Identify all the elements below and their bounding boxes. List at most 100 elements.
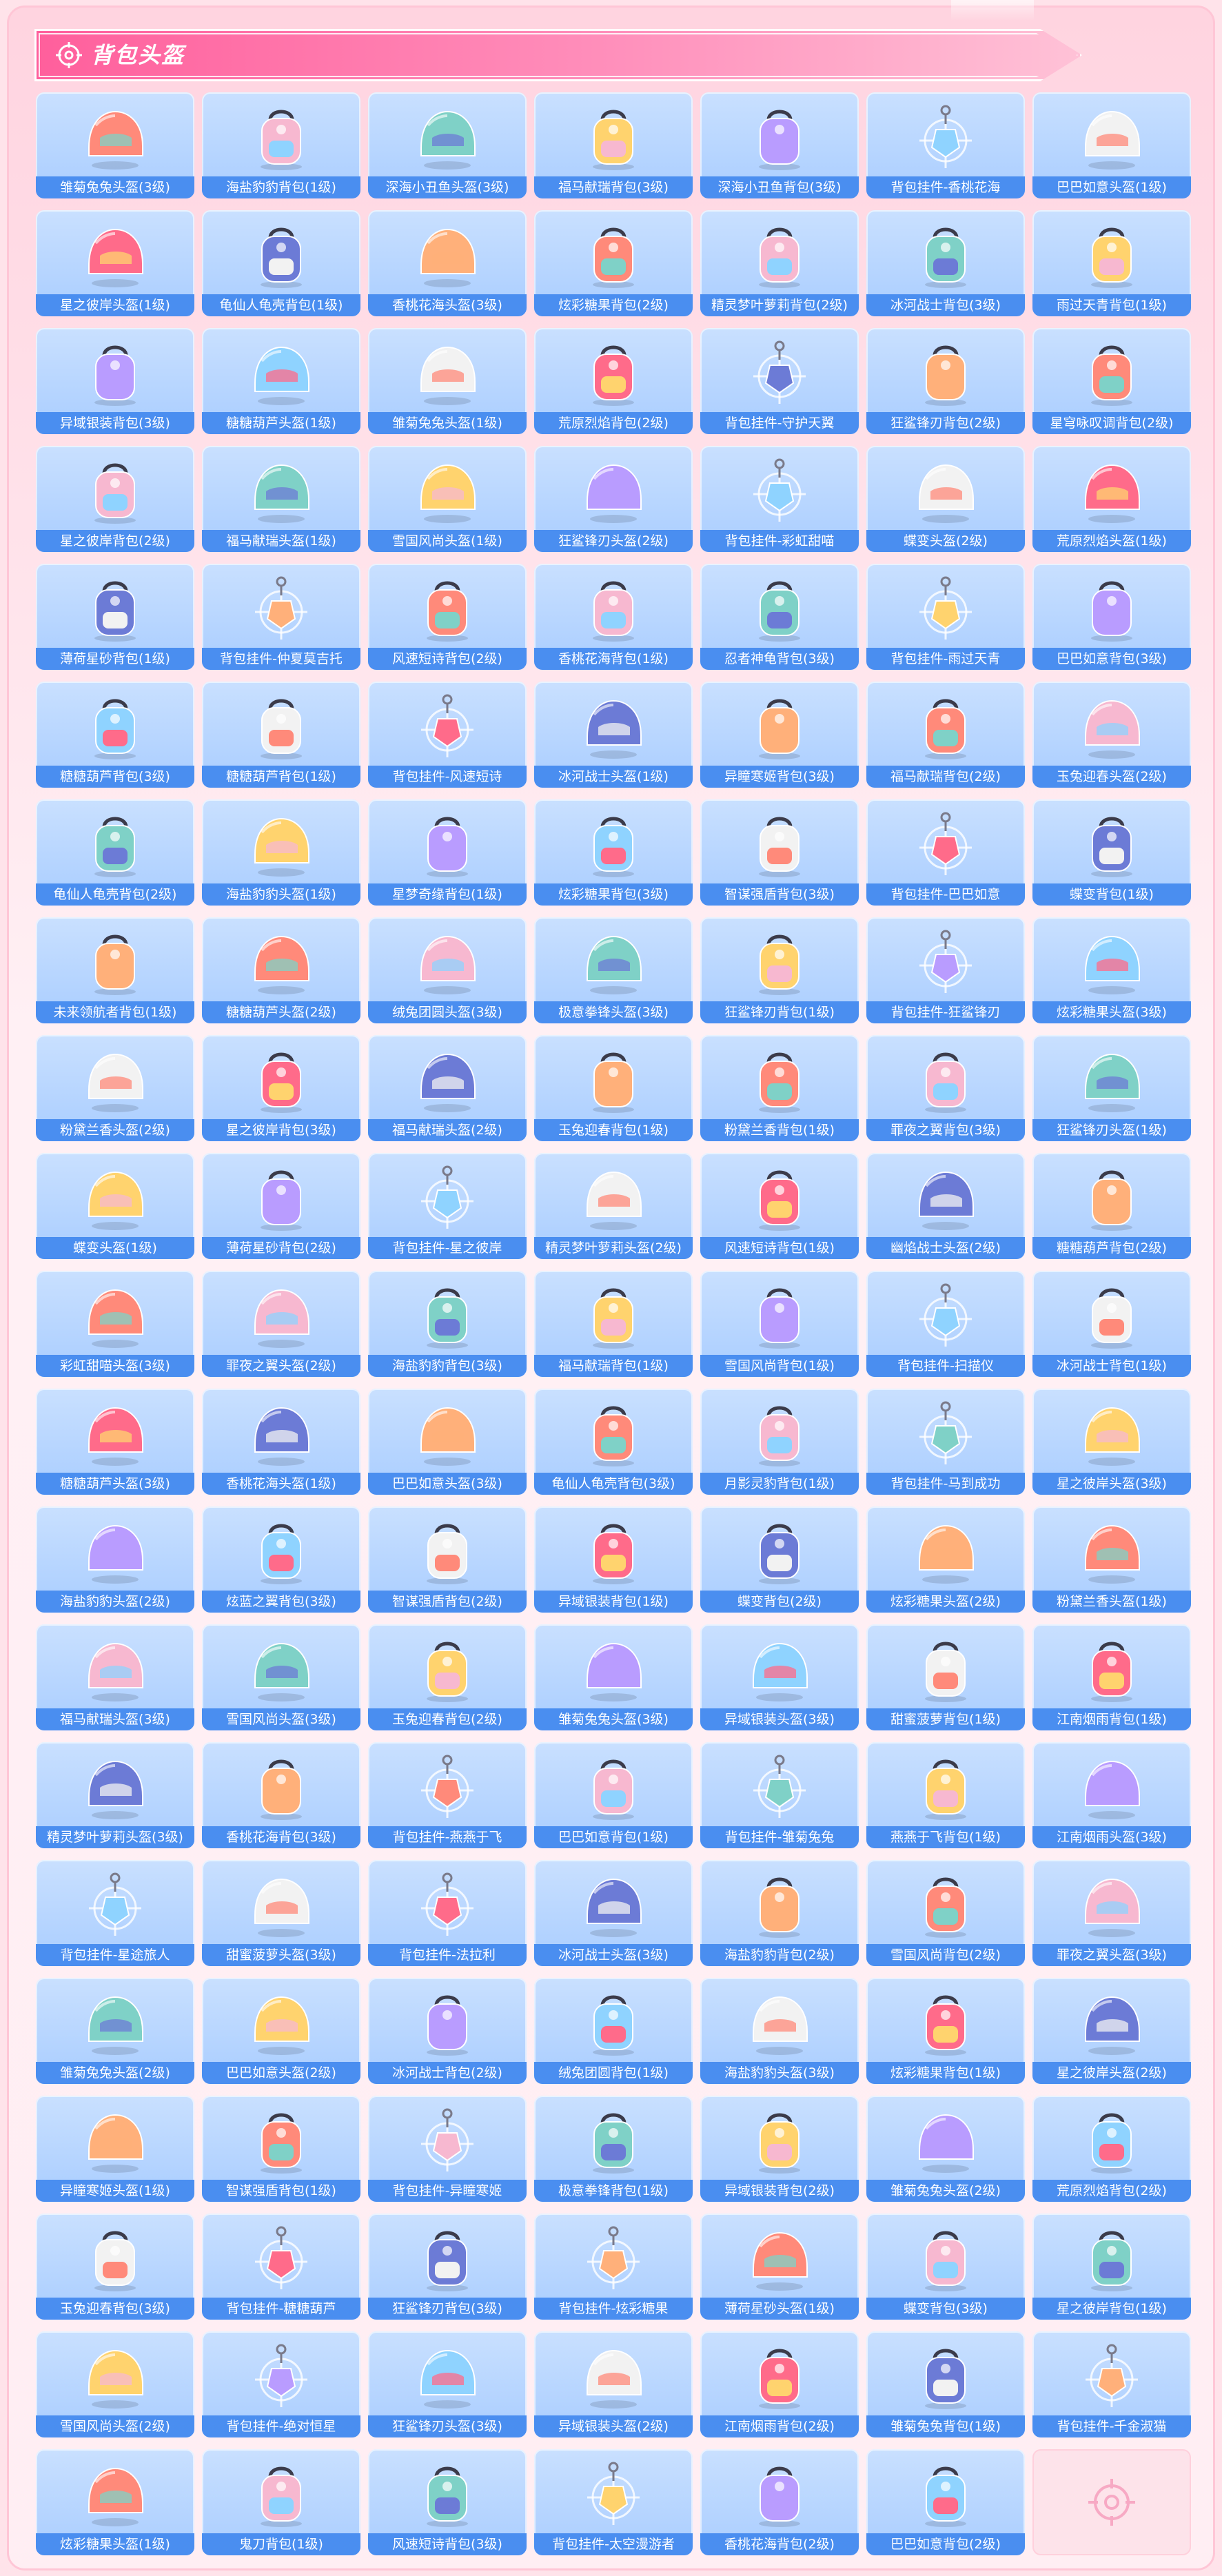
- item-tile[interactable]: 背包挂件-太空漫游者: [534, 2449, 693, 2555]
- item-tile[interactable]: 异域银装头盔(2级): [534, 2331, 693, 2437]
- item-tile[interactable]: 极意拳锋背包(1级): [534, 2096, 693, 2202]
- item-tile[interactable]: 江南烟雨背包(2级): [700, 2331, 859, 2437]
- item-tile[interactable]: 星梦奇缘背包(1级): [368, 799, 527, 906]
- item-tile[interactable]: 鬼刀背包(1级): [202, 2449, 360, 2555]
- item-tile[interactable]: 香桃花海头盔(3级): [368, 210, 527, 316]
- item-tile[interactable]: 粉黛兰香头盔(2级): [36, 1035, 194, 1141]
- item-tile[interactable]: 巴巴如意背包(2级): [866, 2449, 1025, 2555]
- item-tile[interactable]: 背包挂件-炫彩糖果: [534, 2214, 693, 2320]
- item-tile[interactable]: 狂鲨锋刃背包(3级): [368, 2214, 527, 2320]
- item-tile[interactable]: 背包挂件-雨过天青: [866, 564, 1025, 670]
- item-tile[interactable]: 异瞳寒姬背包(3级): [700, 682, 859, 788]
- item-tile[interactable]: 炫彩糖果头盔(3级): [1032, 917, 1191, 1023]
- item-tile[interactable]: 炫彩糖果背包(3级): [534, 799, 693, 906]
- item-tile[interactable]: 雪国风尚头盔(3级): [202, 1624, 360, 1730]
- item-tile[interactable]: 精灵梦叶萝莉头盔(2级): [534, 1153, 693, 1259]
- item-tile[interactable]: 罪夜之翼背包(3级): [866, 1035, 1025, 1141]
- item-tile[interactable]: 龟仙人龟壳背包(1级): [202, 210, 360, 316]
- item-tile[interactable]: 星之彼岸头盔(2级): [1032, 1978, 1191, 2084]
- item-tile[interactable]: 雏菊兔兔头盔(2级): [866, 2096, 1025, 2202]
- item-tile[interactable]: 玉兔迎春背包(1级): [534, 1035, 693, 1141]
- item-tile[interactable]: 精灵梦叶萝莉背包(2级): [700, 210, 859, 316]
- item-tile[interactable]: 炫彩糖果头盔(1级): [36, 2449, 194, 2555]
- item-tile[interactable]: 香桃花海背包(3级): [202, 1742, 360, 1848]
- item-tile[interactable]: 巴巴如意背包(3级): [1032, 564, 1191, 670]
- item-tile[interactable]: 冰河战士头盔(1级): [534, 682, 693, 788]
- item-tile[interactable]: 幽焰战士头盔(2级): [866, 1153, 1025, 1259]
- item-tile[interactable]: 狂鲨锋刃背包(2级): [866, 328, 1025, 434]
- item-tile[interactable]: 糖糖葫芦背包(2级): [1032, 1153, 1191, 1259]
- item-tile[interactable]: 海盐豹豹背包(3级): [368, 1271, 527, 1377]
- item-tile[interactable]: 星穹咏叹调背包(2级): [1032, 328, 1191, 434]
- item-tile[interactable]: 深海小丑鱼背包(3级): [700, 92, 859, 198]
- item-tile[interactable]: 糖糖葫芦头盔(1级): [202, 328, 360, 434]
- item-tile[interactable]: 精灵梦叶萝莉头盔(3级): [36, 1742, 194, 1848]
- item-tile[interactable]: 糖糖葫芦背包(3级): [36, 682, 194, 788]
- item-tile[interactable]: 星之彼岸头盔(1级): [36, 210, 194, 316]
- item-tile[interactable]: 薄荷星砂背包(1级): [36, 564, 194, 670]
- item-tile[interactable]: 香桃花海背包(2级): [700, 2449, 859, 2555]
- item-tile[interactable]: 江南烟雨头盔(3级): [1032, 1742, 1191, 1848]
- item-tile[interactable]: 风速短诗背包(3级): [368, 2449, 527, 2555]
- item-tile[interactable]: 雪国风尚头盔(1级): [368, 446, 527, 552]
- item-tile[interactable]: 荒原烈焰背包(2级): [534, 328, 693, 434]
- item-tile[interactable]: 雪国风尚背包(2级): [866, 1860, 1025, 1966]
- item-tile[interactable]: 蝶变头盔(2级): [866, 446, 1025, 552]
- item-tile[interactable]: 背包挂件-彩虹甜喵: [700, 446, 859, 552]
- item-tile[interactable]: 雏菊兔兔头盔(3级): [534, 1624, 693, 1730]
- item-tile[interactable]: 背包挂件-燕燕于飞: [368, 1742, 527, 1848]
- item-tile[interactable]: 江南烟雨背包(1级): [1032, 1624, 1191, 1730]
- item-tile[interactable]: 雏菊兔兔背包(1级): [866, 2331, 1025, 2437]
- item-tile[interactable]: 彩虹甜喵头盔(3级): [36, 1271, 194, 1377]
- item-tile[interactable]: 玉兔迎春背包(2级): [368, 1624, 527, 1730]
- item-tile[interactable]: 狂鲨锋刃头盔(1级): [1032, 1035, 1191, 1141]
- item-tile[interactable]: 绒兔团圆头盔(3级): [368, 917, 527, 1023]
- item-tile[interactable]: 狂鲨锋刃头盔(2级): [534, 446, 693, 552]
- item-tile[interactable]: 玉兔迎春头盔(2级): [1032, 682, 1191, 788]
- item-tile[interactable]: 福马献瑞背包(2级): [866, 682, 1025, 788]
- item-tile[interactable]: 海盐豹豹背包(2级): [700, 1860, 859, 1966]
- item-tile[interactable]: 背包挂件-雏菊兔兔: [700, 1742, 859, 1848]
- item-tile[interactable]: 背包挂件-扫描仪: [866, 1271, 1025, 1377]
- item-tile[interactable]: 异域银装头盔(3级): [700, 1624, 859, 1730]
- item-tile[interactable]: 粉黛兰香背包(1级): [700, 1035, 859, 1141]
- item-tile[interactable]: 福马献瑞背包(1级): [534, 1271, 693, 1377]
- item-tile[interactable]: 巴巴如意头盔(2级): [202, 1978, 360, 2084]
- item-tile[interactable]: 冰河战士背包(3级): [866, 210, 1025, 316]
- item-tile[interactable]: 巴巴如意头盔(1级): [1032, 92, 1191, 198]
- item-tile[interactable]: 背包挂件-异瞳寒姬: [368, 2096, 527, 2202]
- item-tile[interactable]: 绒兔团圆背包(1级): [534, 1978, 693, 2084]
- item-tile[interactable]: 龟仙人龟壳背包(2级): [36, 799, 194, 906]
- item-tile[interactable]: 炫彩糖果背包(2级): [534, 210, 693, 316]
- item-tile[interactable]: 背包挂件-香桃花海: [866, 92, 1025, 198]
- item-tile[interactable]: 玉兔迎春背包(3级): [36, 2214, 194, 2320]
- item-tile[interactable]: 背包挂件-千金淑猫: [1032, 2331, 1191, 2437]
- item-tile[interactable]: 炫彩糖果背包(1级): [866, 1978, 1025, 2084]
- item-tile[interactable]: 背包挂件-星途旅人: [36, 1860, 194, 1966]
- item-tile[interactable]: 雏菊兔兔头盔(1级): [368, 328, 527, 434]
- item-tile[interactable]: 蝶变背包(2级): [700, 1506, 859, 1613]
- item-tile[interactable]: 炫蓝之翼背包(3级): [202, 1506, 360, 1613]
- item-tile[interactable]: 风速短诗背包(2级): [368, 564, 527, 670]
- item-tile[interactable]: 燕燕于飞背包(1级): [866, 1742, 1025, 1848]
- item-tile[interactable]: 深海小丑鱼头盔(3级): [368, 92, 527, 198]
- item-tile[interactable]: 福马献瑞头盔(1级): [202, 446, 360, 552]
- item-tile[interactable]: 星之彼岸背包(1级): [1032, 2214, 1191, 2320]
- item-tile[interactable]: 雏菊兔兔头盔(3级): [36, 92, 194, 198]
- item-tile[interactable]: 智谋强盾背包(3级): [700, 799, 859, 906]
- item-tile[interactable]: 蝶变背包(1级): [1032, 799, 1191, 906]
- item-tile[interactable]: 背包挂件-星之彼岸: [368, 1153, 527, 1259]
- item-tile[interactable]: 雏菊兔兔头盔(2级): [36, 1978, 194, 2084]
- item-tile[interactable]: 背包挂件-法拉利: [368, 1860, 527, 1966]
- item-tile[interactable]: 糖糖葫芦头盔(3级): [36, 1389, 194, 1495]
- item-tile[interactable]: 龟仙人龟壳背包(3级): [534, 1389, 693, 1495]
- item-tile[interactable]: 背包挂件-狂鲨锋刃: [866, 917, 1025, 1023]
- item-tile[interactable]: 香桃花海背包(1级): [534, 564, 693, 670]
- item-tile[interactable]: 甜蜜菠萝头盔(3级): [202, 1860, 360, 1966]
- item-tile[interactable]: 星之彼岸头盔(3级): [1032, 1389, 1191, 1495]
- item-tile[interactable]: 背包挂件-巴巴如意: [866, 799, 1025, 906]
- item-tile[interactable]: 糖糖葫芦头盔(2级): [202, 917, 360, 1023]
- item-tile[interactable]: 背包挂件-风速短诗: [368, 682, 527, 788]
- item-tile[interactable]: 极意拳锋头盔(3级): [534, 917, 693, 1023]
- item-tile[interactable]: 海盐豹豹背包(1级): [202, 92, 360, 198]
